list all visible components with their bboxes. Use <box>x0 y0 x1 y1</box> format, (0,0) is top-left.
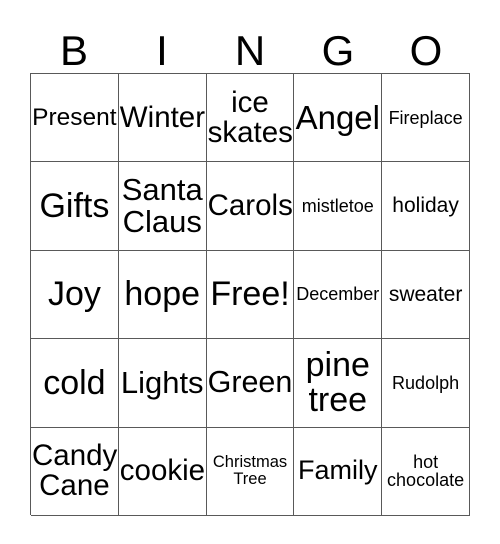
bingo-cell-label: mistletoe <box>301 195 374 216</box>
bingo-header-letter-5: O <box>409 27 443 74</box>
bingo-cell-r4c1[interactable]: cold <box>31 339 119 428</box>
bingo-cell-r5c1[interactable]: Candy Cane <box>31 427 119 516</box>
bingo-cell-r1c2[interactable]: Winter <box>118 74 207 163</box>
bingo-header-letter-1: B <box>59 27 88 74</box>
bingo-cell-r1c3[interactable]: ice skates <box>206 74 295 163</box>
bingo-cell-label: Joy <box>47 275 101 314</box>
bingo-cell-label: sweater <box>388 282 463 306</box>
bingo-cell-label: cold <box>43 363 106 402</box>
bingo-card: B I N G O Present Winter ice skates Angel Firepl… <box>0 0 500 544</box>
bingo-cell-r3c5[interactable]: sweater <box>382 250 470 340</box>
bingo-cell-r3c4[interactable]: December <box>294 250 383 340</box>
bingo-cell-label: Gifts <box>39 186 110 225</box>
bingo-row: Joy hope Free! December sweater <box>31 250 470 340</box>
bingo-cell-label: Free! <box>210 275 290 314</box>
bingo-cell-r4c4[interactable]: pine tree <box>294 339 383 428</box>
bingo-cell-label: Santa Claus <box>121 172 203 240</box>
bingo-cell-label: holiday <box>392 194 459 218</box>
bingo-cell-label: Winter <box>119 100 206 134</box>
bingo-cell-r2c2[interactable]: Santa Claus <box>118 162 207 251</box>
bingo-cell-label: Lights <box>120 365 204 401</box>
bingo-cell-r4c5[interactable]: Rudolph <box>382 339 470 428</box>
bingo-cell-r1c5[interactable]: Fireplace <box>382 74 470 163</box>
bingo-cell-label: Fireplace <box>388 107 463 128</box>
bingo-cell-r2c4[interactable]: mistletoe <box>294 162 383 251</box>
bingo-cell-r2c5[interactable]: holiday <box>382 162 470 251</box>
bingo-cell-label: ice skates <box>207 85 293 149</box>
bingo-cell-label: pine tree <box>305 346 370 419</box>
bingo-cell-r4c3[interactable]: Green <box>206 339 295 428</box>
bingo-cell-label: Angel <box>295 98 380 136</box>
bingo-cell-label: Christmas Tree <box>212 453 288 489</box>
bingo-row: Present Winter ice skates Angel Fireplace <box>31 74 470 163</box>
bingo-cell-label: cookie <box>119 454 206 488</box>
bingo-header: BINGO <box>30 22 470 73</box>
bingo-cell-r5c3[interactable]: Christmas Tree <box>206 427 295 516</box>
bingo-cell-label: Carols <box>207 189 293 223</box>
bingo-cell-r2c1[interactable]: Gifts <box>31 162 119 251</box>
bingo-cell-r5c5[interactable]: hot chocolate <box>382 427 470 516</box>
bingo-header-letter-3: N <box>234 27 266 74</box>
bingo-cell-r4c2[interactable]: Lights <box>118 339 207 428</box>
bingo-cell-r5c4[interactable]: Family <box>294 427 383 516</box>
bingo-cell-r1c4[interactable]: Angel <box>294 74 383 163</box>
bingo-grid: Present Winter ice skates Angel Fireplace Gif… <box>30 73 470 516</box>
bingo-cell-r3c1[interactable]: Joy <box>31 250 119 340</box>
bingo-cell-r5c2[interactable]: cookie <box>118 427 207 516</box>
bingo-cell-r1c1[interactable]: Present <box>31 74 119 163</box>
bingo-cell-label: hot chocolate <box>387 451 465 491</box>
bingo-cell-label: Candy Cane <box>32 439 118 503</box>
bingo-cell-label: Family <box>298 455 378 486</box>
bingo-row: Gifts Santa Claus Carols mistletoe holiday <box>31 162 470 251</box>
bingo-cell-r3c2[interactable]: hope <box>118 250 207 340</box>
bingo-row: cold Lights Green pine tree Rudolph <box>31 339 470 428</box>
bingo-cell-label: Rudolph <box>392 372 460 393</box>
bingo-cell-label: Green <box>207 365 293 400</box>
bingo-cell-r3c3[interactable]: Free! <box>206 250 295 340</box>
bingo-cell-label: Present <box>32 104 117 132</box>
bingo-header-letter-4: G <box>321 27 355 74</box>
bingo-header-letter-2: I <box>156 27 168 74</box>
bingo-cell-r2c3[interactable]: Carols <box>206 162 295 251</box>
bingo-cell-label: December <box>296 284 380 305</box>
bingo-row: Candy Cane cookie Christmas Tree Family hot … <box>31 427 470 516</box>
bingo-cell-label: hope <box>124 275 201 314</box>
